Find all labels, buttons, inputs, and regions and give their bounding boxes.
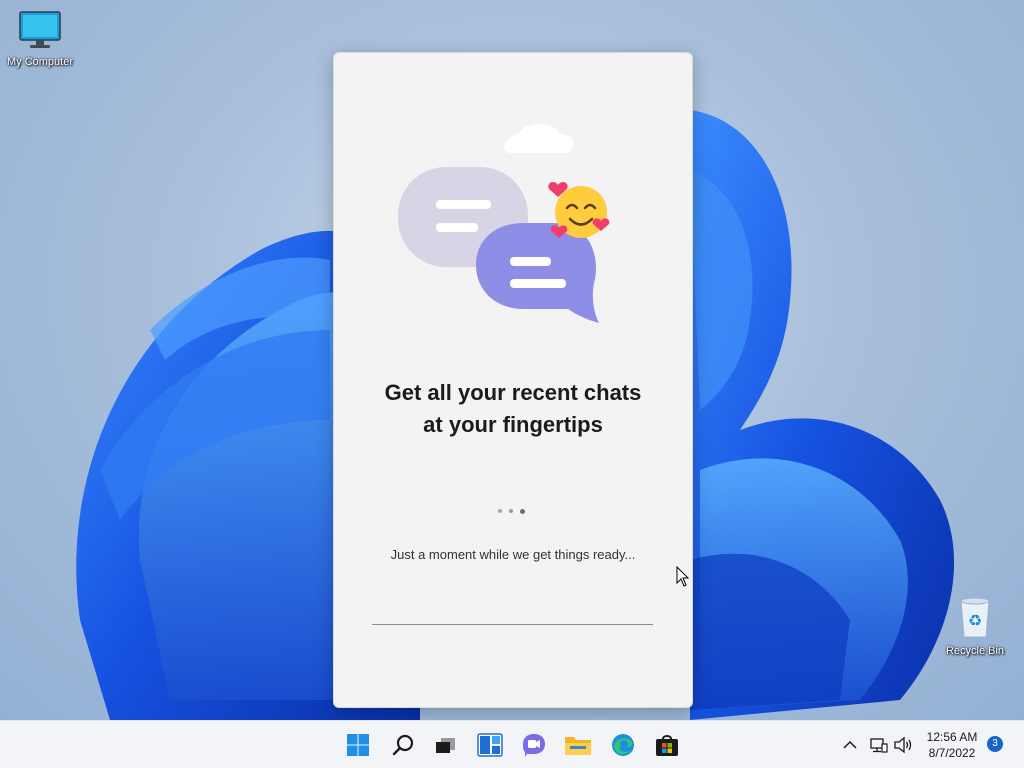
show-hidden-icons-button[interactable] (842, 737, 858, 753)
smiling-face-with-hearts-icon (548, 182, 610, 238)
desktop-icon-label: My Computer (6, 56, 74, 68)
widgets-icon (477, 733, 503, 757)
svg-text:♻: ♻ (968, 611, 982, 630)
clock-button[interactable]: 12:56 AM 8/7/2022 (916, 729, 988, 761)
network-button[interactable] (869, 735, 889, 755)
windows-start-icon (347, 734, 369, 756)
task-view-icon (436, 738, 455, 753)
computer-icon (19, 11, 61, 48)
headline-line-1: Get all your recent chats (384, 380, 642, 405)
file-explorer-icon (565, 737, 591, 755)
cloud-icon (504, 124, 574, 153)
desktop-icon-recycle-bin[interactable]: ♻ Recycle Bin (935, 595, 1015, 657)
loading-status-text: Just a moment while we get things ready.… (390, 547, 636, 562)
search-icon (392, 734, 414, 756)
edge-browser-icon (612, 734, 634, 756)
loading-dot (520, 509, 525, 514)
clock-time: 12:56 AM (926, 730, 978, 744)
store-button[interactable] (651, 729, 683, 761)
network-icon (870, 738, 888, 753)
volume-icon (894, 736, 912, 754)
chat-illustration (398, 124, 610, 323)
chat-headline: Get all your recent chats at your finger… (334, 377, 692, 441)
search-button[interactable] (387, 729, 419, 761)
store-icon (656, 735, 678, 756)
chat-flyout-window: Get all your recent chats at your finger… (333, 52, 693, 708)
chat-button[interactable] (518, 729, 550, 761)
chat-bubble-front-icon (476, 223, 599, 323)
file-explorer-button[interactable] (562, 729, 594, 761)
recycle-bin-icon: ♻ (960, 597, 990, 638)
mouse-cursor-icon (676, 566, 690, 587)
loading-dots (498, 509, 528, 515)
volume-button[interactable] (892, 735, 914, 755)
clock-date: 8/7/2022 (928, 746, 976, 760)
chevron-up-icon (843, 740, 857, 749)
headline-line-2: at your fingertips (423, 412, 603, 437)
loading-dot (498, 509, 502, 513)
start-button[interactable] (342, 729, 374, 761)
notification-count-badge[interactable]: 3 (987, 736, 1003, 752)
widgets-button[interactable] (474, 729, 506, 761)
task-view-button[interactable] (429, 729, 461, 761)
loading-dot (509, 509, 513, 513)
chat-icon (523, 734, 545, 757)
edge-browser-button[interactable] (607, 729, 639, 761)
progress-divider (372, 624, 653, 625)
taskbar: 12:56 AM 8/7/2022 3 (0, 720, 1024, 768)
desktop-icon-my-computer[interactable]: My Computer (0, 10, 80, 68)
desktop-icon-label: Recycle Bin (945, 645, 1005, 657)
